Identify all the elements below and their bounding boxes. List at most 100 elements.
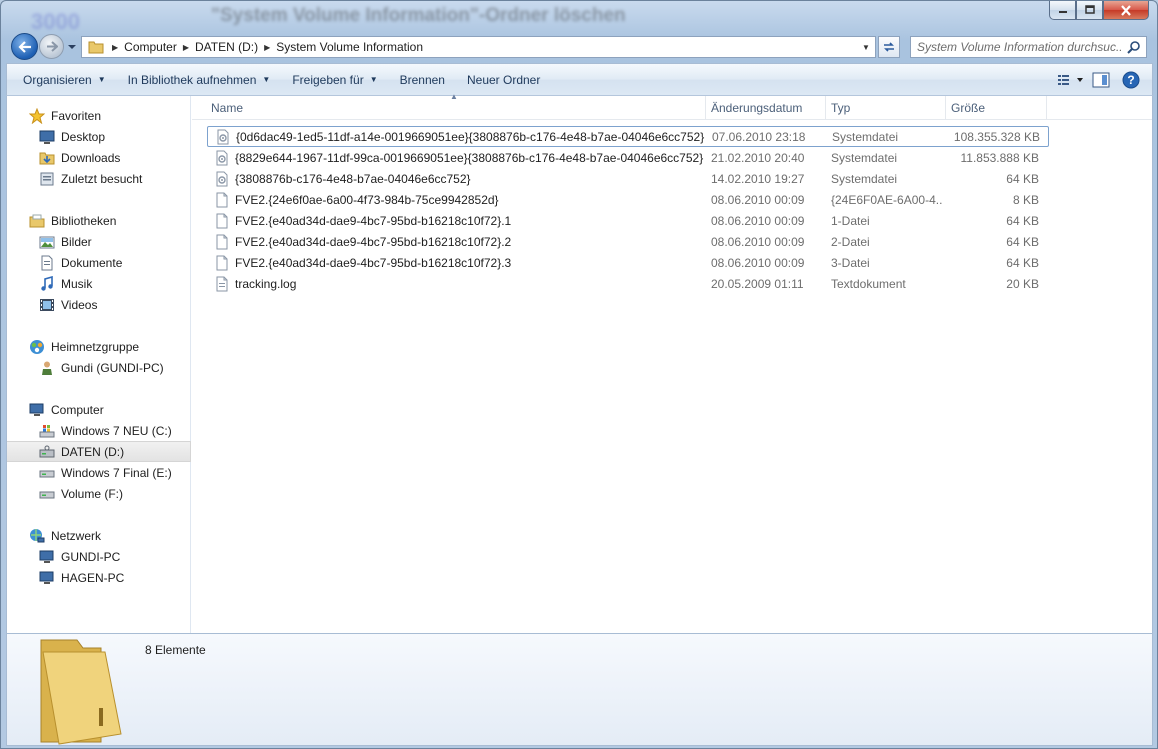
column-date-label: Änderungsdatum xyxy=(711,101,803,115)
address-dropdown-button[interactable]: ▼ xyxy=(859,40,873,54)
nav-desktop[interactable]: Desktop xyxy=(7,126,191,147)
nav-downloads[interactable]: Downloads xyxy=(7,147,191,168)
nav-music[interactable]: Musik xyxy=(7,273,191,294)
file-date: 08.06.2010 00:09 xyxy=(711,255,805,270)
new-folder-button[interactable]: Neuer Ordner xyxy=(456,68,551,92)
nav-drive-f[interactable]: Volume (F:) xyxy=(7,483,191,504)
file-row[interactable]: FVE2.{e40ad34d-dae9-4bc7-95bd-b16218c10f… xyxy=(207,252,1049,273)
navigation-pane[interactable]: Favoriten Desktop Downloads Zuletzt besu… xyxy=(7,96,191,633)
breadcrumb-computer[interactable]: Computer xyxy=(124,40,177,54)
file-row[interactable]: FVE2.{e40ad34d-dae9-4bc7-95bd-b16218c10f… xyxy=(207,210,1049,231)
chevron-down-icon: ▼ xyxy=(97,75,106,84)
file-row[interactable]: tracking.log 20.05.2009 01:11 Textdokument… xyxy=(207,273,1049,294)
file-row[interactable]: FVE2.{24e6f0ae-6a00-4f73-984b-75ce994285… xyxy=(207,189,1049,210)
system-file-icon xyxy=(214,171,230,187)
organize-menu[interactable]: Organisieren ▼ xyxy=(7,68,117,92)
breadcrumb-daten[interactable]: DATEN (D:) xyxy=(195,40,258,54)
nav-videos[interactable]: Videos xyxy=(7,294,191,315)
file-size: 108.355.328 KB xyxy=(953,129,1040,144)
file-type: Textdokument xyxy=(831,276,906,291)
breadcrumb-separator[interactable]: ▶ xyxy=(264,43,270,52)
column-header-date[interactable]: Änderungsdatum xyxy=(706,96,826,120)
recent-pages-button[interactable] xyxy=(67,41,77,51)
search-input[interactable] xyxy=(911,37,1121,57)
forward-arrow-icon xyxy=(46,41,58,52)
share-with-menu[interactable]: Freigeben für ▼ xyxy=(281,68,388,92)
nav-computer[interactable]: Computer xyxy=(7,399,191,420)
forward-button[interactable] xyxy=(39,34,64,59)
nav-homegroup[interactable]: Heimnetzgruppe xyxy=(7,336,191,357)
file-list-pane[interactable]: ▲ Name Änderungsdatum Typ Größe {0d6dac4… xyxy=(192,92,1152,633)
column-header-type[interactable]: Typ xyxy=(826,96,946,120)
breadcrumb-separator[interactable]: ▶ xyxy=(183,43,189,52)
new-folder-label: Neuer Ordner xyxy=(466,72,541,87)
refresh-button[interactable] xyxy=(878,36,900,58)
column-header-size[interactable]: Größe xyxy=(946,96,1047,120)
file-size: 11.853.888 KB xyxy=(960,150,1039,165)
address-bar[interactable]: ▶ Computer ▶ DATEN (D:) ▶ System Volume … xyxy=(81,36,876,58)
search-icon[interactable] xyxy=(1127,40,1141,54)
svg-text:?: ? xyxy=(1127,73,1134,87)
column-header-row: ▲ Name Änderungsdatum Typ Größe xyxy=(192,92,1152,120)
file-date: 08.06.2010 00:09 xyxy=(711,234,805,249)
back-button[interactable] xyxy=(11,33,38,60)
file-row[interactable]: {0d6dac49-1ed5-11df-a14e-0019669051ee}{3… xyxy=(207,126,1049,147)
file-row[interactable]: {8829e644-1967-11df-99ca-0019669051ee}{3… xyxy=(207,147,1049,168)
change-view-button[interactable] xyxy=(1056,68,1086,92)
nav-network-hagen-pc[interactable]: HAGEN-PC xyxy=(7,567,191,588)
hard-drive-icon xyxy=(39,465,55,481)
nav-recent-places[interactable]: Zuletzt besucht xyxy=(7,168,191,189)
file-size: 64 KB xyxy=(1006,255,1039,270)
file-date: 08.06.2010 00:09 xyxy=(711,213,805,228)
hard-drive-icon xyxy=(39,486,55,502)
nav-drive-e[interactable]: Windows 7 Final (E:) xyxy=(7,462,191,483)
content-area: Favoriten Desktop Downloads Zuletzt besu… xyxy=(6,92,1153,633)
nav-favorites-label: Favoriten xyxy=(51,108,102,123)
nav-network-label: Netzwerk xyxy=(51,528,102,543)
nav-drive-c[interactable]: Windows 7 NEU (C:) xyxy=(7,420,191,441)
nav-libraries[interactable]: Bibliotheken xyxy=(7,210,191,231)
file-name-cell: FVE2.{e40ad34d-dae9-4bc7-95bd-b16218c10f… xyxy=(207,255,707,271)
windows-drive-icon xyxy=(39,423,55,439)
preview-pane-button[interactable] xyxy=(1086,68,1116,92)
nav-pictures[interactable]: Bilder xyxy=(7,231,191,252)
network-computer-icon xyxy=(39,549,55,565)
file-name-cell: FVE2.{24e6f0ae-6a00-4f73-984b-75ce994285… xyxy=(207,192,707,208)
title-bar[interactable]: 3000 "System Volume Information"-Ordner … xyxy=(1,1,1157,34)
breadcrumb-system-volume-information[interactable]: System Volume Information xyxy=(276,40,423,54)
close-button[interactable] xyxy=(1103,1,1149,20)
file-row[interactable]: {3808876b-c176-4e48-b7ae-04046e6cc752} 14… xyxy=(207,168,1049,189)
nav-documents[interactable]: Dokumente xyxy=(7,252,191,273)
include-in-library-menu[interactable]: In Bibliothek aufnehmen ▼ xyxy=(117,68,282,92)
column-header-name[interactable]: Name xyxy=(206,96,706,120)
command-bar: Organisieren ▼ In Bibliothek aufnehmen ▼ F… xyxy=(6,63,1153,96)
file-row[interactable]: FVE2.{e40ad34d-dae9-4bc7-95bd-b16218c10f… xyxy=(207,231,1049,252)
nav-network-gundi-pc[interactable]: GUNDI-PC xyxy=(7,546,191,567)
caption-buttons xyxy=(1049,1,1149,20)
help-button[interactable]: ? xyxy=(1116,68,1146,92)
nav-homegroup-user[interactable]: Gundi (GUNDI-PC) xyxy=(7,357,191,378)
nav-drive-d-label: DATEN (D:) xyxy=(61,444,125,459)
star-icon xyxy=(29,107,45,124)
file-name-cell: FVE2.{e40ad34d-dae9-4bc7-95bd-b16218c10f… xyxy=(207,213,707,229)
search-box[interactable] xyxy=(910,36,1147,58)
nav-network[interactable]: Netzwerk xyxy=(7,525,191,546)
burn-button[interactable]: Brennen xyxy=(389,68,456,92)
computer-group: Computer Windows 7 NEU (C:) DATEN (D:) W… xyxy=(7,399,191,504)
file-name: {3808876b-c176-4e48-b7ae-04046e6cc752} xyxy=(235,171,471,186)
file-name-cell: {8829e644-1967-11df-99ca-0019669051ee}{3… xyxy=(207,150,707,166)
file-name: FVE2.{e40ad34d-dae9-4bc7-95bd-b16218c10f… xyxy=(235,213,512,228)
recent-places-icon xyxy=(39,171,55,187)
file-name-cell: FVE2.{e40ad34d-dae9-4bc7-95bd-b16218c10f… xyxy=(207,234,707,250)
file-size: 64 KB xyxy=(1006,213,1039,228)
minimize-button[interactable] xyxy=(1049,1,1076,20)
nav-drive-d[interactable]: DATEN (D:) xyxy=(7,441,191,462)
file-date: 08.06.2010 00:09 xyxy=(711,192,805,207)
breadcrumb-separator[interactable]: ▶ xyxy=(112,43,118,52)
nav-videos-label: Videos xyxy=(61,297,98,312)
maximize-button[interactable] xyxy=(1076,1,1103,20)
file-name: {0d6dac49-1ed5-11df-a14e-0019669051ee}{3… xyxy=(236,129,705,144)
burn-label: Brennen xyxy=(399,72,445,87)
view-list-icon xyxy=(1058,75,1083,85)
nav-favorites[interactable]: Favoriten xyxy=(7,105,191,126)
